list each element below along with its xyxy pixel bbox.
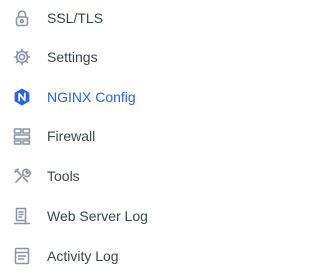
menu-item-label: Tools — [47, 168, 80, 184]
menu-item-settings[interactable]: Settings — [0, 37, 280, 77]
gear-icon — [12, 47, 32, 67]
menu-item-label: Web Server Log — [47, 208, 148, 224]
menu-item-activity-log[interactable]: Activity Log — [0, 236, 280, 276]
lock-icon — [12, 8, 32, 28]
menu-item-tools[interactable]: Tools — [0, 156, 280, 196]
menu-item-ssl-tls[interactable]: SSL/TLS — [0, 0, 280, 38]
menu-item-label: Firewall — [47, 128, 96, 144]
menu-item-label: Settings — [47, 49, 98, 65]
web-server-log-icon — [12, 206, 32, 226]
menu-item-label: Activity Log — [47, 248, 119, 264]
menu-item-label: SSL/TLS — [47, 10, 104, 26]
sidebar-menu: SSL/TLS Settings NGINX Config Firewall T… — [0, 0, 280, 275]
firewall-icon — [12, 126, 32, 146]
nginx-icon — [12, 87, 32, 107]
tools-icon — [12, 166, 32, 186]
menu-item-nginx-config[interactable]: NGINX Config — [0, 77, 280, 117]
menu-item-firewall[interactable]: Firewall — [0, 116, 280, 156]
menu-item-web-server-log[interactable]: Web Server Log — [0, 196, 280, 236]
menu-item-label: NGINX Config — [47, 89, 136, 105]
activity-log-icon — [12, 246, 32, 266]
